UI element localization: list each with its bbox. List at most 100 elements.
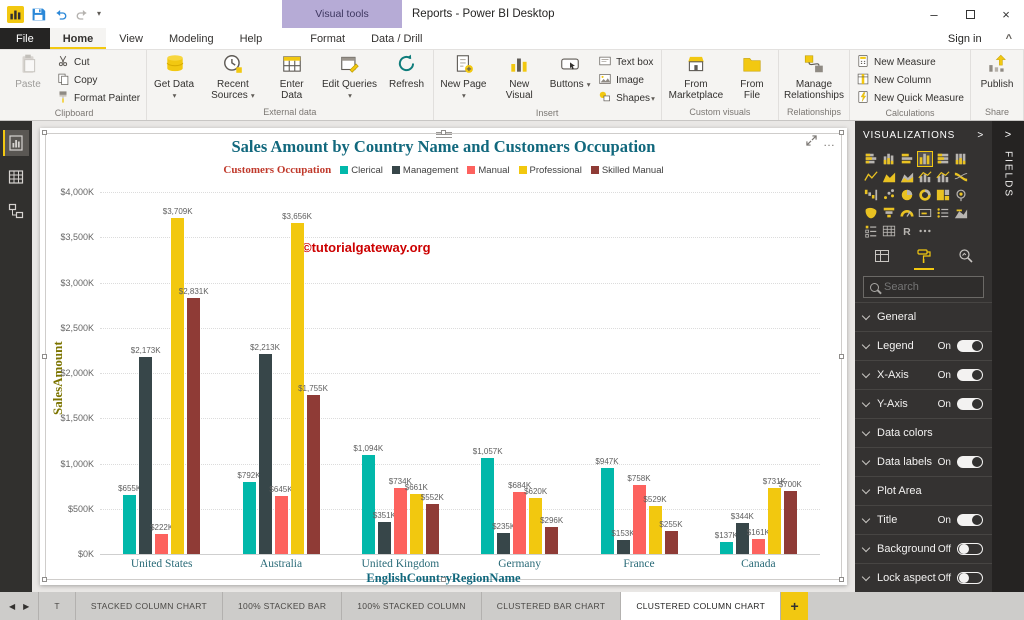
- buttons-button[interactable]: Buttons ▾: [547, 51, 593, 107]
- line-and-clustered-column-chart-icon[interactable]: [935, 169, 951, 185]
- redo-button[interactable]: [75, 7, 90, 22]
- resize-handle[interactable]: [441, 130, 446, 135]
- gauge-icon[interactable]: [899, 205, 915, 221]
- toggle-switch[interactable]: [957, 456, 983, 468]
- get-data-button[interactable]: Get Data ▾: [150, 51, 199, 106]
- toggle-switch[interactable]: [957, 572, 983, 584]
- maximize-button[interactable]: [952, 0, 988, 28]
- next-page-icon[interactable]: ▶: [23, 602, 29, 611]
- tab-view[interactable]: View: [106, 28, 156, 49]
- bar-clerical[interactable]: [720, 542, 733, 554]
- shapes-button[interactable]: Shapes▾: [595, 90, 658, 107]
- r-script-icon[interactable]: R: [899, 223, 915, 239]
- copy-button[interactable]: Copy: [53, 72, 143, 89]
- bar-clerical[interactable]: [362, 455, 375, 554]
- manage-relationships-button[interactable]: Manage Relationships: [782, 51, 846, 106]
- bar-skilled-manual[interactable]: [545, 527, 558, 554]
- line-chart-icon[interactable]: [863, 169, 879, 185]
- table-icon[interactable]: [881, 223, 897, 239]
- search-input[interactable]: [884, 281, 977, 293]
- toggle-switch[interactable]: [957, 398, 983, 410]
- cut-button[interactable]: Cut: [53, 54, 143, 71]
- bar-clerical[interactable]: [481, 458, 494, 554]
- format-section-background[interactable]: BackgroundOff: [855, 535, 992, 564]
- expand-fields-icon[interactable]: >: [1005, 129, 1011, 141]
- data-view-button[interactable]: [3, 164, 29, 190]
- edit-queries-button[interactable]: Edit Queries ▾: [318, 51, 381, 106]
- bar-management[interactable]: [378, 522, 391, 554]
- toggle-switch[interactable]: [957, 514, 983, 526]
- bar-skilled-manual[interactable]: [784, 491, 797, 554]
- page-tab[interactable]: 100% STACKED COLUMN: [342, 592, 482, 620]
- bar-skilled-manual[interactable]: [665, 531, 678, 554]
- customize-toolbar-caret-icon[interactable]: ▾: [97, 10, 101, 18]
- line-and-stacked-column-chart-icon[interactable]: [917, 169, 933, 185]
- bar-clerical[interactable]: [123, 495, 136, 554]
- bar-professional[interactable]: [529, 498, 542, 554]
- waterfall-chart-icon[interactable]: [863, 187, 879, 203]
- resize-handle[interactable]: [42, 577, 47, 582]
- area-chart-icon[interactable]: [881, 169, 897, 185]
- sign-in-button[interactable]: Sign in: [936, 28, 994, 49]
- report-page[interactable]: … Sales Amount by Country Name and Custo…: [40, 128, 847, 585]
- legend-item[interactable]: Manual: [467, 165, 509, 176]
- new-quick-measure-button[interactable]: New Quick Measure: [853, 90, 967, 107]
- collapse-ribbon-icon[interactable]: ^: [994, 28, 1024, 49]
- page-tab[interactable]: CLUSTERED BAR CHART: [482, 592, 622, 620]
- ribbon-chart-icon[interactable]: [953, 169, 969, 185]
- scatter-chart-icon[interactable]: [881, 187, 897, 203]
- bar-professional[interactable]: [768, 488, 781, 554]
- collapse-panel-icon[interactable]: >: [977, 130, 984, 141]
- legend-item[interactable]: Professional: [519, 165, 582, 176]
- undo-button[interactable]: [53, 7, 68, 22]
- 100-stacked-bar-chart-icon[interactable]: [935, 151, 951, 167]
- close-button[interactable]: ×: [988, 0, 1024, 28]
- legend-item[interactable]: Skilled Manual: [591, 165, 664, 176]
- format-section-plot-area[interactable]: Plot Area: [855, 477, 992, 506]
- tab-fields-icon[interactable]: [872, 246, 892, 270]
- bar-clerical[interactable]: [243, 482, 256, 554]
- toggle-switch[interactable]: [957, 340, 983, 352]
- bar-skilled-manual[interactable]: [187, 298, 200, 554]
- report-view-button[interactable]: [3, 130, 29, 156]
- resize-handle[interactable]: [839, 354, 844, 359]
- tab-modeling[interactable]: Modeling: [156, 28, 227, 49]
- stacked-area-chart-icon[interactable]: [899, 169, 915, 185]
- bar-skilled-manual[interactable]: [426, 504, 439, 554]
- treemap-icon[interactable]: [935, 187, 951, 203]
- slicer-icon[interactable]: [863, 223, 879, 239]
- map-icon[interactable]: [953, 187, 969, 203]
- format-section-data-labels[interactable]: Data labelsOn: [855, 448, 992, 477]
- tab-format[interactable]: Format: [297, 28, 358, 49]
- resize-handle[interactable]: [42, 130, 47, 135]
- page-tab[interactable]: STACKED COLUMN CHART: [76, 592, 223, 620]
- bar-management[interactable]: [259, 354, 272, 554]
- card-icon[interactable]: [917, 205, 933, 221]
- format-section-lock-aspect[interactable]: Lock aspectOff: [855, 564, 992, 592]
- format-section-title[interactable]: TitleOn: [855, 506, 992, 535]
- from-marketplace-button[interactable]: From Marketplace: [665, 51, 727, 106]
- bar-clerical[interactable]: [601, 468, 614, 554]
- bar-professional[interactable]: [649, 506, 662, 554]
- tab-help[interactable]: Help: [227, 28, 276, 49]
- new-measure-button[interactable]: New Measure: [853, 54, 967, 71]
- refresh-button[interactable]: Refresh: [384, 51, 430, 106]
- add-page-button[interactable]: +: [781, 592, 808, 620]
- tab-format-icon[interactable]: [914, 246, 934, 270]
- filled-map-icon[interactable]: [863, 205, 879, 221]
- bar-manual[interactable]: [155, 534, 168, 554]
- bar-manual[interactable]: [275, 496, 288, 554]
- resize-handle[interactable]: [441, 577, 446, 582]
- image-button[interactable]: Image: [595, 72, 658, 89]
- bar-management[interactable]: [617, 540, 630, 554]
- recent-sources-button[interactable]: Recent Sources ▾: [201, 51, 265, 106]
- format-section-legend[interactable]: LegendOn: [855, 332, 992, 361]
- legend-item[interactable]: Clerical: [340, 165, 383, 176]
- legend-item[interactable]: Management: [392, 165, 458, 176]
- format-section-data-colors[interactable]: Data colors: [855, 419, 992, 448]
- from-file-button[interactable]: From File: [729, 51, 775, 106]
- save-button[interactable]: [31, 7, 46, 22]
- format-section-general[interactable]: General: [855, 303, 992, 332]
- page-tab[interactable]: 100% STACKED BAR: [223, 592, 342, 620]
- clustered-bar-chart-icon[interactable]: [899, 151, 915, 167]
